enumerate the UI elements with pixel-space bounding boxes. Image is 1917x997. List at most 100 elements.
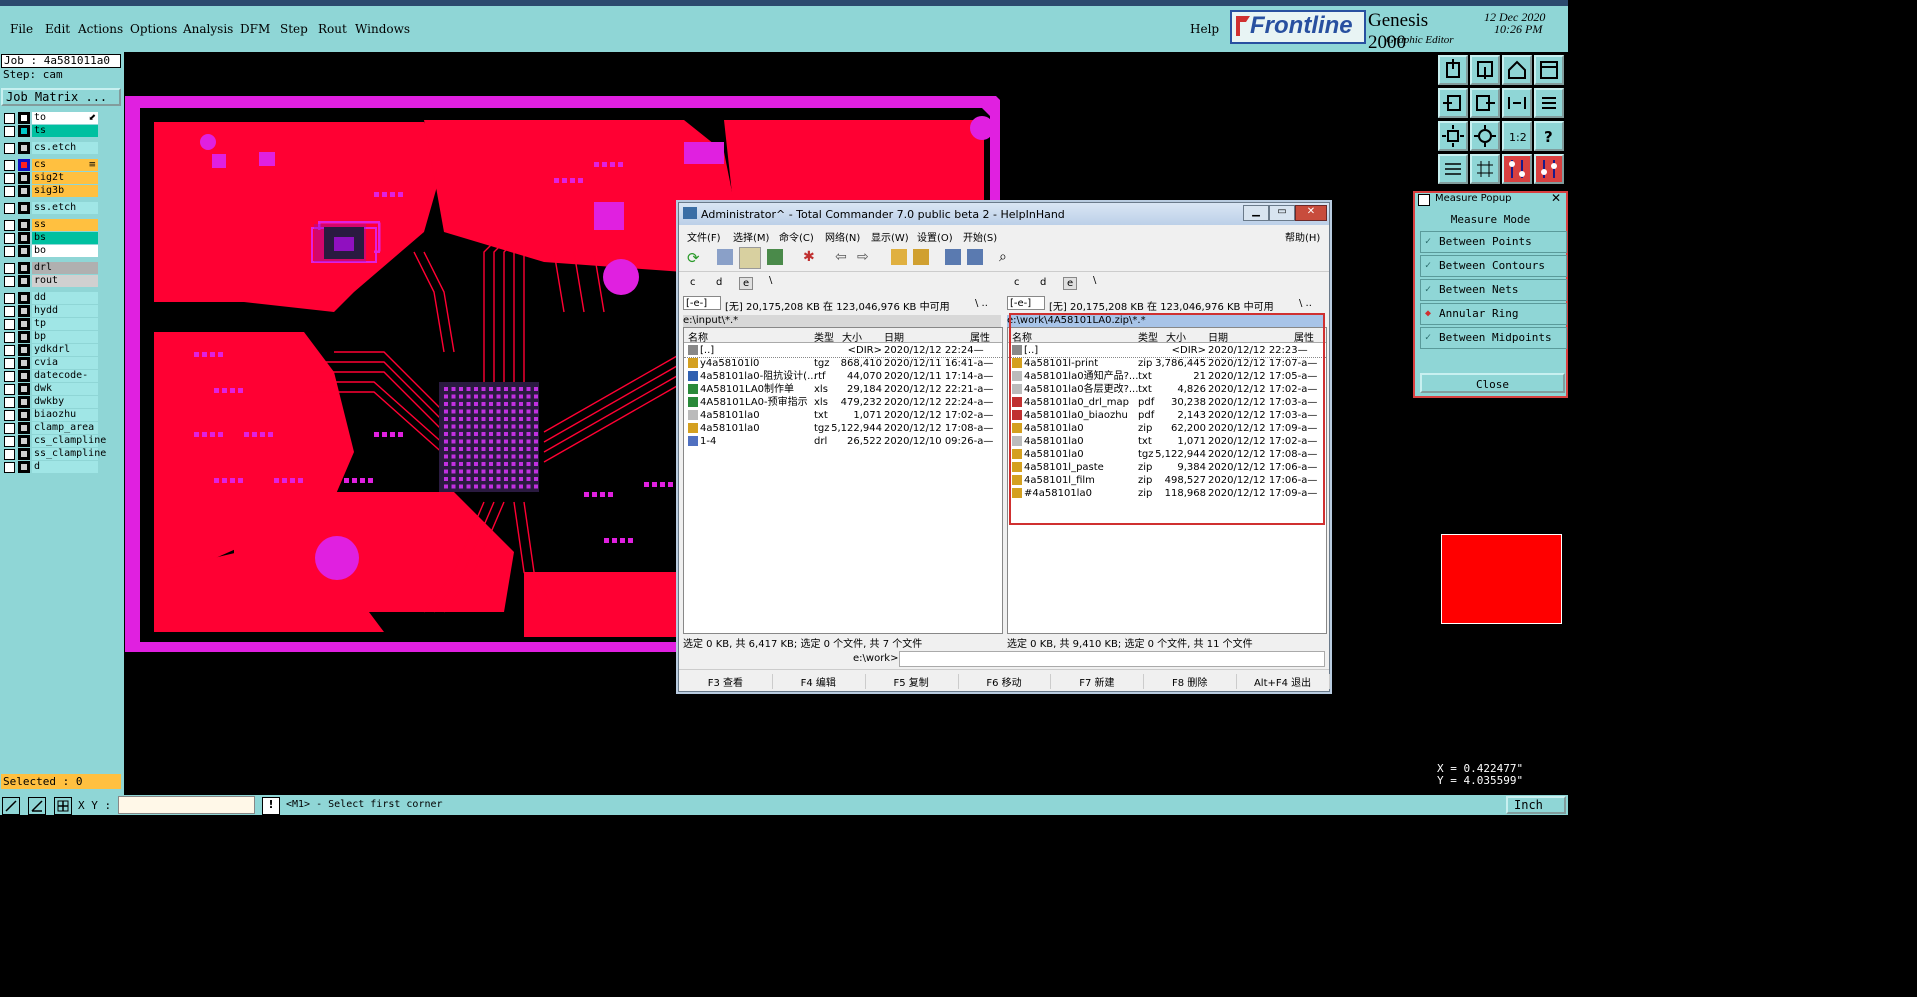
- layer-row-biaozhu[interactable]: biaozhu: [2, 409, 100, 421]
- measure-button[interactable]: [1502, 154, 1532, 184]
- layer-name[interactable]: dwkby: [32, 396, 98, 408]
- network-icon[interactable]: \: [1093, 275, 1096, 286]
- menu-step[interactable]: Step: [280, 22, 308, 36]
- tc-menu-item[interactable]: 显示(W): [871, 229, 909, 244]
- layer-checkbox[interactable]: [4, 186, 15, 197]
- fkey-button[interactable]: Alt+F4 退出: [1236, 674, 1330, 689]
- layer-row-d[interactable]: d: [2, 461, 100, 473]
- invert-selection-icon[interactable]: ✱: [803, 249, 819, 265]
- layer-color-swatch[interactable]: [18, 383, 30, 395]
- layer-color-swatch[interactable]: [18, 461, 30, 473]
- layer-row-ts[interactable]: ts: [2, 125, 100, 137]
- file-row[interactable]: 4a58101la0 tgz 5,122,944 2020/12/12 17:08-a…: [684, 422, 1002, 435]
- grid-button[interactable]: [1470, 154, 1500, 184]
- menu-analysis[interactable]: Analysis: [183, 22, 233, 36]
- layer-name[interactable]: tp: [32, 318, 98, 330]
- layer-checkbox[interactable]: [4, 233, 15, 244]
- units-button[interactable]: Inch: [1506, 796, 1566, 814]
- column-header[interactable]: 日期: [884, 329, 904, 344]
- layer-name[interactable]: drl: [32, 262, 98, 274]
- layer-row-cs.etch[interactable]: cs.etch: [2, 142, 100, 154]
- layer-checkbox[interactable]: [4, 345, 15, 356]
- layer-name[interactable]: ts: [32, 125, 98, 137]
- layer-checkbox[interactable]: [4, 462, 15, 473]
- layer-color-swatch[interactable]: [18, 435, 30, 447]
- zoom-fit-button[interactable]: [1438, 121, 1468, 151]
- layer-name[interactable]: ss.etch: [32, 202, 98, 214]
- layer-color-swatch[interactable]: [18, 159, 30, 171]
- right-drive-combo[interactable]: [-e-]: [1007, 296, 1045, 310]
- menu-options[interactable]: Options: [130, 22, 177, 36]
- layer-name[interactable]: dwk: [32, 383, 98, 395]
- file-row[interactable]: 4a58101l-print zip 3,786,445 2020/12/12 17:…: [1008, 357, 1326, 370]
- layer-color-swatch[interactable]: [18, 185, 30, 197]
- file-row[interactable]: 4a58101la0通知产品?... txt 21 2020/12/12 17:05-…: [1008, 370, 1326, 383]
- tc-menu-help[interactable]: 帮助(H): [1285, 229, 1320, 244]
- layer-checkbox[interactable]: [4, 358, 15, 369]
- layer-checkbox[interactable]: [4, 397, 15, 408]
- popup-menu-icon[interactable]: [1418, 194, 1430, 206]
- xy-input[interactable]: [118, 796, 255, 814]
- file-row[interactable]: 4a58101l_film zip 498,527 2020/12/12 17:06-…: [1008, 474, 1326, 487]
- layer-checkbox[interactable]: [4, 293, 15, 304]
- home-button[interactable]: [1502, 55, 1532, 85]
- column-header[interactable]: 名称: [688, 329, 708, 344]
- fkey-button[interactable]: F3 查看: [679, 674, 773, 689]
- layer-name[interactable]: ss_clampline: [32, 448, 106, 460]
- layer-color-swatch[interactable]: [18, 318, 30, 330]
- close-icon[interactable]: ✕: [1551, 191, 1561, 205]
- ftp-icon[interactable]: [945, 249, 961, 265]
- column-header[interactable]: 名称: [1012, 329, 1032, 344]
- layer-checkbox[interactable]: [4, 126, 15, 137]
- mirror-button[interactable]: [1502, 88, 1532, 118]
- column-header[interactable]: 属性: [970, 329, 990, 344]
- thumbnail-icon[interactable]: [767, 249, 783, 265]
- forward-icon[interactable]: ⇨: [857, 249, 869, 265]
- tc-menu-item[interactable]: 文件(F): [687, 229, 721, 244]
- layer-name[interactable]: cvia: [32, 357, 98, 369]
- grid-tool-icon[interactable]: [54, 797, 72, 815]
- layer-checkbox[interactable]: [4, 384, 15, 395]
- help-button[interactable]: ?: [1534, 121, 1564, 151]
- fkey-button[interactable]: F5 复制: [865, 674, 959, 689]
- layer-color-swatch[interactable]: [18, 172, 30, 184]
- layer-checkbox[interactable]: [4, 410, 15, 421]
- layer-name[interactable]: rout: [32, 275, 98, 287]
- left-drive-combo[interactable]: [-e-]: [683, 296, 721, 310]
- fkey-button[interactable]: F6 移动: [958, 674, 1052, 689]
- layer-color-swatch[interactable]: [18, 292, 30, 304]
- layer-row-sig3b[interactable]: sig3b: [2, 185, 100, 197]
- menu-rout[interactable]: Rout: [318, 22, 347, 36]
- layer-row-cs_clampline[interactable]: cs_clampline: [2, 435, 106, 447]
- layer-row-ss[interactable]: ss: [2, 219, 100, 231]
- menu-edit[interactable]: Edit: [45, 22, 70, 36]
- find-icon[interactable]: ⌕: [999, 249, 1007, 265]
- network-icon[interactable]: \: [769, 275, 772, 286]
- layer-color-swatch[interactable]: [18, 232, 30, 244]
- layer-name[interactable]: bp: [32, 331, 98, 343]
- layer-row-dwkby[interactable]: dwkby: [2, 396, 100, 408]
- layer-name[interactable]: dd: [32, 292, 98, 304]
- layer-color-swatch[interactable]: [18, 112, 30, 124]
- measure-option-between-contours[interactable]: ✓ Between Contours: [1420, 255, 1567, 277]
- file-row[interactable]: 4A58101LA0-预审指示 xls 479,232 2020/12/12 22:2…: [684, 396, 1002, 409]
- layer-color-swatch[interactable]: [18, 219, 30, 231]
- file-row[interactable]: [..] <DIR> 2020/12/12 22:23—: [1008, 344, 1326, 358]
- layer-name[interactable]: sig2t: [32, 172, 98, 184]
- layer-color-swatch[interactable]: [18, 245, 30, 257]
- layer-row-bs[interactable]: bs: [2, 232, 100, 244]
- column-header[interactable]: 类型: [1138, 329, 1158, 344]
- tc-menu-item[interactable]: 网络(N): [825, 229, 860, 244]
- column-header[interactable]: 大小: [1166, 329, 1186, 344]
- layer-row-ss.etch[interactable]: ss.etch: [2, 202, 100, 214]
- menu-help[interactable]: Help: [1190, 22, 1219, 36]
- tc-menu-item[interactable]: 选择(M): [733, 229, 769, 244]
- layer-row-bp[interactable]: bp: [2, 331, 100, 343]
- menu-file[interactable]: File: [10, 22, 33, 36]
- window-button[interactable]: [1534, 55, 1564, 85]
- layer-name[interactable]: cs.etch: [32, 142, 98, 154]
- layer-row-sig2t[interactable]: sig2t: [2, 172, 100, 184]
- layer-row-datecode-pto[interactable]: datecode-pto: [2, 370, 100, 393]
- menu-windows[interactable]: Windows: [355, 22, 410, 36]
- layer-name[interactable]: clamp_area: [32, 422, 98, 434]
